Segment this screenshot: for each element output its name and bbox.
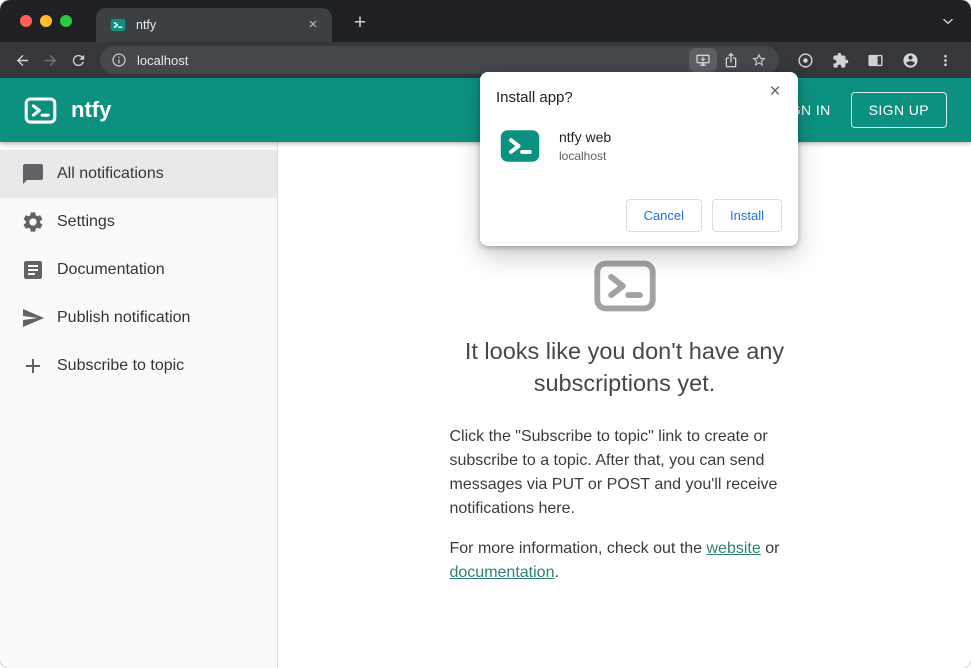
extensions-puzzle-icon[interactable]: [826, 46, 854, 74]
ntfy-logo-icon: [24, 96, 57, 124]
forward-icon[interactable]: [36, 46, 64, 74]
bookmark-star-icon[interactable]: [745, 48, 773, 72]
article-icon: [24, 261, 42, 279]
links-paragraph-prefix: For more information, check out the: [449, 540, 707, 558]
address-bar[interactable]: localhost: [100, 46, 779, 74]
website-link[interactable]: website: [707, 540, 761, 557]
back-icon[interactable]: [8, 46, 36, 74]
sidebar-item-label: Settings: [57, 213, 115, 230]
sidebar: All notifications Settings Documentation…: [0, 142, 278, 668]
gear-icon: [23, 212, 43, 232]
documentation-link[interactable]: documentation: [450, 564, 555, 581]
install-app-icon[interactable]: [689, 48, 717, 72]
profile-avatar-icon[interactable]: [896, 46, 924, 74]
empty-state-paragraph: Click the "Subscribe to topic" link to c…: [449, 428, 778, 518]
install-button[interactable]: Install: [712, 199, 782, 232]
cancel-button[interactable]: Cancel: [625, 199, 703, 232]
sidebar-item-all-notifications[interactable]: All notifications: [0, 150, 277, 198]
ntfy-app-icon: [500, 130, 540, 162]
dialog-app-info: ntfy web localhost: [559, 129, 611, 163]
browser-window: ntfy × + localhost ntfy SIGN IN SIGN UP …: [0, 0, 971, 668]
minimize-window-button[interactable]: [40, 15, 52, 27]
sign-up-button[interactable]: SIGN UP: [850, 92, 947, 128]
plus-icon: [26, 359, 40, 373]
new-tab-button[interactable]: +: [346, 10, 374, 38]
tab-strip: ntfy × +: [0, 0, 971, 42]
window-controls: [20, 15, 72, 27]
sidebar-item-publish-notification[interactable]: Publish notification: [0, 294, 277, 342]
zoom-window-button[interactable]: [60, 15, 72, 27]
sidebar-item-subscribe-to-topic[interactable]: Subscribe to topic: [0, 342, 277, 390]
app-name: ntfy web: [559, 129, 612, 145]
dialog-close-icon[interactable]: ×: [764, 80, 786, 102]
password-manager-extension-icon[interactable]: [791, 46, 819, 74]
sidebar-item-label: Documentation: [57, 261, 165, 278]
brand-name: ntfy: [71, 97, 112, 122]
share-icon[interactable]: [717, 48, 745, 72]
dialog-app-row: ntfy web localhost: [499, 125, 782, 167]
dialog-buttons: Cancel Install: [625, 199, 782, 232]
sidebar-item-label: Publish notification: [57, 309, 191, 326]
url-text: localhost: [137, 52, 189, 68]
install-app-dialog: Install app? × ntfy web localhost Cancel…: [480, 72, 798, 246]
site-info-icon[interactable]: [111, 52, 127, 68]
tab-close-icon[interactable]: ×: [304, 16, 322, 34]
sidebar-item-label: All notifications: [57, 165, 164, 182]
browser-menu-icon[interactable]: [931, 46, 959, 74]
sidebar-item-label: Subscribe to topic: [57, 357, 185, 374]
chat-bubble-icon: [23, 164, 43, 184]
ntfy-favicon-icon: [110, 19, 126, 31]
close-window-button[interactable]: [20, 15, 32, 27]
ntfy-logo-icon: [593, 260, 656, 312]
sidebar-item-settings[interactable]: Settings: [0, 198, 277, 246]
dialog-title: Install app?: [496, 89, 573, 106]
tab-search-chevron-icon[interactable]: [939, 12, 957, 30]
sidebar-item-documentation[interactable]: Documentation: [0, 246, 277, 294]
reload-icon[interactable]: [64, 46, 92, 74]
links-paragraph-middle: or: [760, 540, 780, 558]
browser-tab[interactable]: ntfy ×: [96, 8, 332, 42]
app-origin: localhost: [559, 149, 607, 163]
links-paragraph-suffix: .: [554, 564, 559, 582]
side-panel-icon[interactable]: [861, 46, 889, 74]
empty-state-links-paragraph: For more information, check out the webs…: [450, 537, 800, 585]
extensions-cluster: [787, 46, 963, 74]
tab-title: ntfy: [136, 18, 157, 32]
empty-state-title: It looks like you don't have any subscri…: [464, 338, 785, 397]
send-icon: [23, 309, 44, 327]
